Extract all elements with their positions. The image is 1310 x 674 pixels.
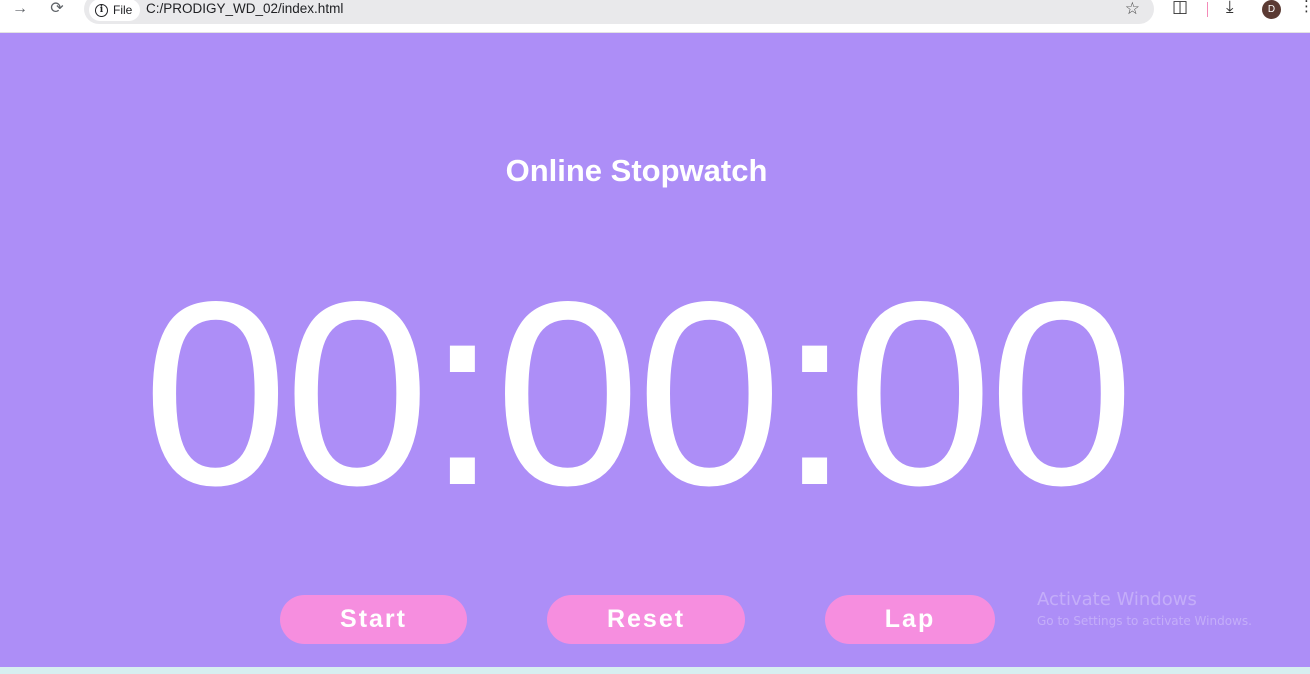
address-bar[interactable]: i File C:/PRODIGY_WD_02/index.html ☆ (84, 0, 1154, 24)
site-info-chip[interactable]: i File (89, 0, 141, 21)
site-chip-label: File (113, 3, 133, 17)
watermark-title: Activate Windows (1037, 589, 1197, 610)
download-icon[interactable]: ⤓ (1226, 0, 1234, 17)
lap-button[interactable]: Lap (825, 595, 995, 644)
extensions-icon[interactable]: ◫ (1172, 0, 1188, 17)
info-icon: i (95, 3, 108, 17)
start-button[interactable]: Start (280, 595, 467, 644)
bookmark-star-icon[interactable]: ☆ (1125, 0, 1140, 19)
toolbar-divider (1207, 2, 1208, 17)
taskbar-edge (0, 667, 1310, 674)
profile-avatar[interactable]: D (1262, 0, 1281, 19)
reset-button[interactable]: Reset (547, 595, 745, 644)
watermark-subtitle: Go to Settings to activate Windows. (1037, 614, 1252, 628)
stopwatch-display: 00:00:00 (142, 247, 1135, 540)
reload-icon[interactable]: ⟳ (43, 0, 71, 20)
browser-toolbar: → ⟳ i File C:/PRODIGY_WD_02/index.html ☆… (0, 0, 1310, 33)
menu-kebab-icon[interactable]: ⋮ (1299, 0, 1310, 15)
url-text[interactable]: C:/PRODIGY_WD_02/index.html (146, 1, 343, 16)
activate-windows-watermark: Activate Windows Go to Settings to activ… (1037, 589, 1252, 628)
arrow-right-icon[interactable]: → (6, 0, 34, 20)
stopwatch-page: Online Stopwatch 00:00:00 Start Reset La… (0, 33, 1310, 667)
page-title: Online Stopwatch (505, 153, 768, 188)
